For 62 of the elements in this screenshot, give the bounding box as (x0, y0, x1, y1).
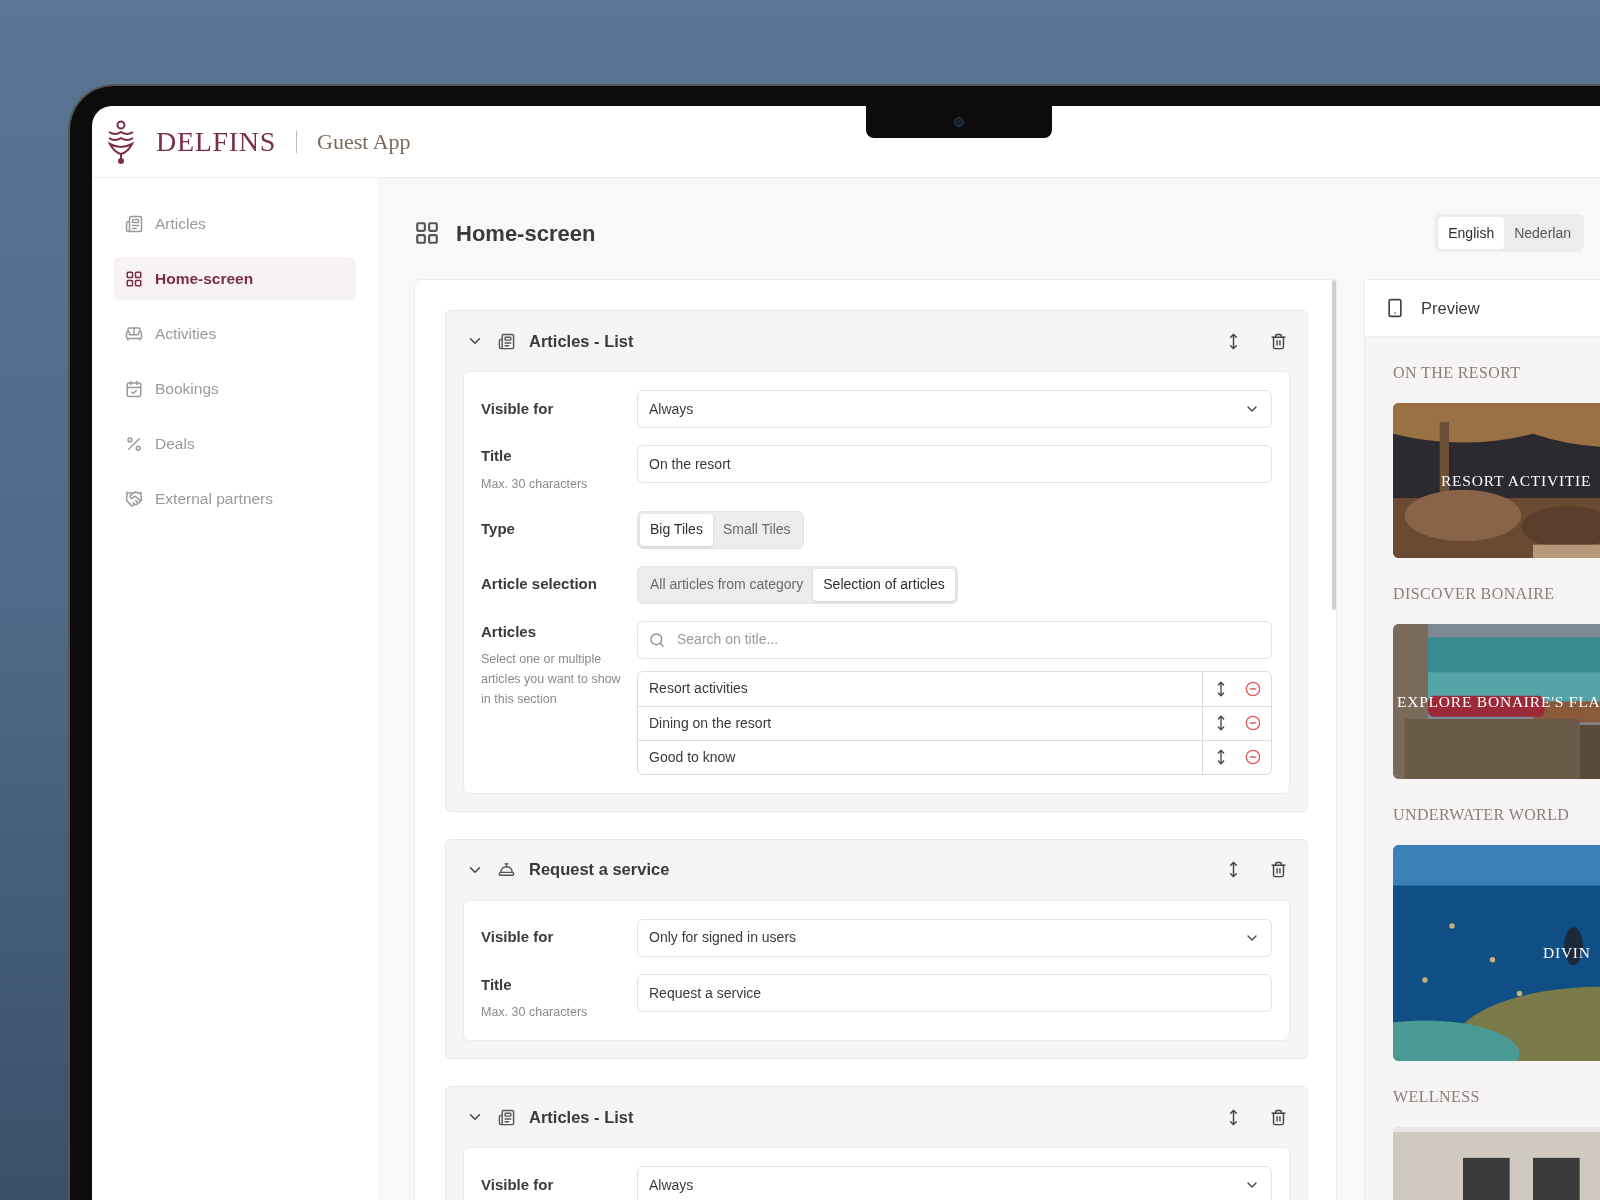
phone-icon (1385, 298, 1405, 318)
tile-caption: RESORT ACTIVITIE (1440, 470, 1592, 491)
tile-caption: DIVIN (1542, 943, 1591, 964)
field-label: Visible for (481, 1174, 555, 1195)
app-name: Guest App (317, 128, 411, 156)
section-title: Articles - List (529, 330, 634, 352)
sidebar-item[interactable]: Home-screen (114, 257, 356, 300)
calendar-check-icon (125, 379, 143, 398)
remove-icon[interactable] (1245, 749, 1261, 765)
grid-icon (125, 269, 143, 288)
search-icon (649, 631, 665, 648)
field-label: Type (481, 519, 516, 540)
language-tab[interactable]: Nederlan (1504, 217, 1581, 249)
preview-heading: WELLNESS (1393, 1087, 1481, 1107)
bell-icon (498, 861, 515, 878)
preview-heading: ON THE RESORT (1393, 363, 1522, 383)
segment-option[interactable]: All articles from category (640, 568, 814, 601)
segment-option[interactable]: Small Tiles (712, 513, 801, 546)
visibility-select[interactable]: Always (637, 1166, 1272, 1200)
page-title: Home-screen (456, 219, 596, 248)
newspaper-icon (498, 1108, 515, 1126)
newspaper-icon (125, 214, 143, 233)
remove-icon[interactable] (1245, 715, 1261, 731)
field-label: Articles (481, 621, 538, 642)
preview-heading: DISCOVER BONAIRE (1393, 584, 1556, 604)
section-title: Articles - List (529, 1106, 634, 1128)
newspaper-icon (498, 332, 515, 350)
visibility-select[interactable]: Only for signed in users (637, 918, 1272, 957)
handshake-icon (125, 489, 143, 508)
field-label: Title (481, 446, 513, 466)
grid-icon (414, 220, 440, 246)
trash-icon[interactable] (1270, 861, 1287, 878)
search-field[interactable]: Search on title... (637, 620, 1272, 659)
article-name: Good to know (648, 747, 737, 767)
brand-name: DELFINS (156, 124, 277, 159)
field-hint: Max. 30 characters (481, 1004, 589, 1021)
field-label: Article selection (481, 574, 598, 595)
field-label: Visible for (481, 927, 555, 948)
trash-icon[interactable] (1270, 332, 1287, 350)
segment-option[interactable]: Selection of articles (813, 568, 955, 601)
percent-icon (125, 434, 143, 453)
logo-icon (106, 119, 136, 164)
article-name: Dining on the resort (648, 713, 773, 733)
preview-heading: UNDERWATER WORLD (1393, 805, 1571, 825)
title-input[interactable]: Request a service (637, 973, 1272, 1012)
segment-option[interactable]: Big Tiles (640, 513, 713, 546)
camera-icon (954, 117, 964, 127)
visibility-select[interactable]: Always (637, 390, 1272, 428)
language-tab[interactable]: English (1438, 217, 1505, 249)
tile-caption: EXPLORE BONAIRE'S FLA (1396, 691, 1600, 712)
field-label: Visible for (481, 398, 555, 419)
field-hint: Max. 30 characters (481, 475, 589, 493)
search-input[interactable]: Search on title... (677, 629, 1260, 650)
section-title: Request a service (529, 859, 670, 881)
field-label: Title (481, 974, 513, 995)
article-name: Resort activities (648, 679, 749, 698)
trash-icon[interactable] (1270, 1108, 1287, 1126)
sofa-icon (125, 324, 143, 343)
title-input[interactable]: On the resort (637, 445, 1272, 483)
remove-icon[interactable] (1245, 680, 1261, 697)
preview-title: Preview (1421, 297, 1480, 319)
field-hint: Select one or multiple articles you want to show in this section (481, 651, 621, 708)
